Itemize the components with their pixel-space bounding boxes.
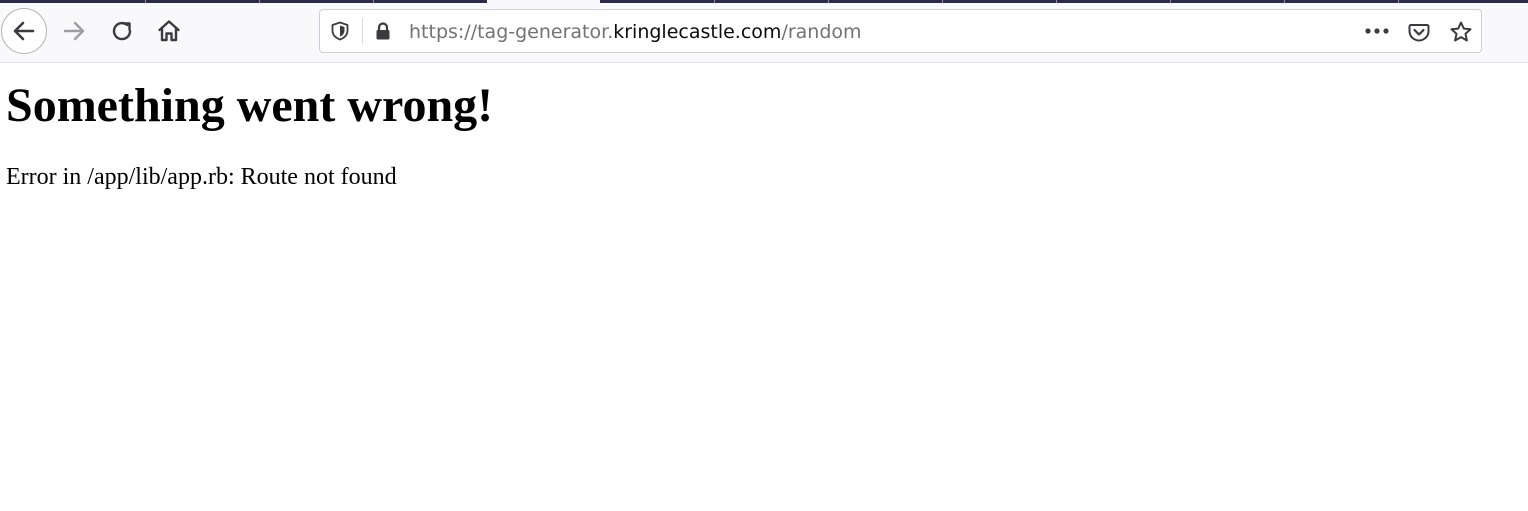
back-arrow-icon <box>13 21 35 41</box>
more-dots-icon[interactable] <box>1364 21 1390 41</box>
error-message: Error in /app/lib/app.rb: Route not foun… <box>6 164 397 190</box>
reload-icon <box>112 21 132 41</box>
forward-arrow-icon <box>63 21 85 41</box>
home-icon <box>158 20 180 42</box>
error-heading: Something went wrong! <box>6 79 494 132</box>
forward-button[interactable] <box>56 13 92 49</box>
home-button[interactable] <box>151 13 187 49</box>
url-text[interactable]: https://tag-generator.kringlecastle.com/… <box>409 20 862 44</box>
address-bar-divider <box>362 18 363 44</box>
reload-button[interactable] <box>104 13 140 49</box>
lock-icon[interactable] <box>373 21 393 41</box>
url-prefix: https://tag-generator. <box>409 21 614 43</box>
star-icon[interactable] <box>1449 20 1473 44</box>
url-domain: kringlecastle.com <box>613 21 782 43</box>
shield-icon[interactable] <box>330 21 350 41</box>
address-bar[interactable]: https://tag-generator.kringlecastle.com/… <box>319 9 1482 53</box>
pocket-icon[interactable] <box>1408 21 1430 43</box>
back-button[interactable] <box>1 8 47 54</box>
navigation-toolbar: https://tag-generator.kringlecastle.com/… <box>0 3 1528 63</box>
url-path: /random <box>781 21 862 43</box>
